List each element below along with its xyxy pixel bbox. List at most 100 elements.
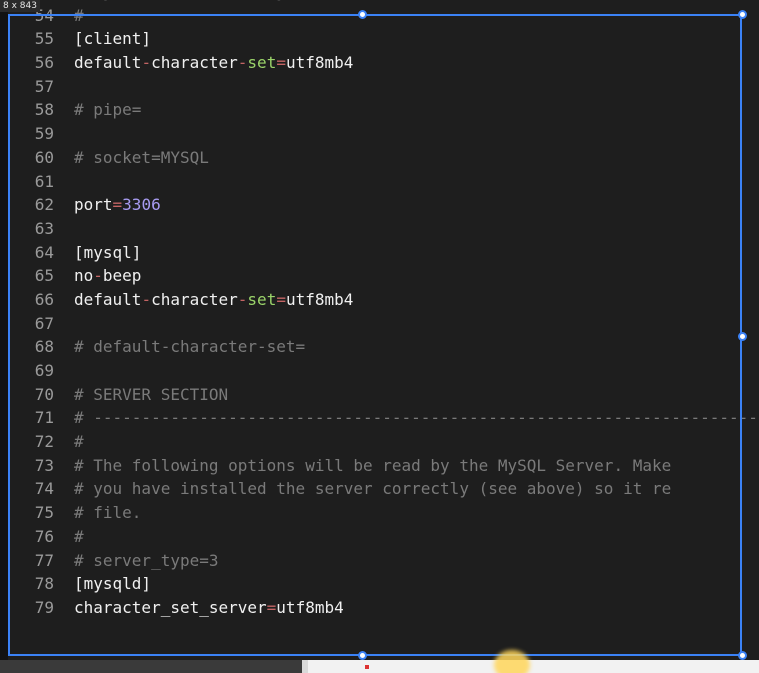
code-line[interactable]: 61 <box>8 170 759 194</box>
line-code: # SERVER SECTION <box>74 383 228 407</box>
code-token: beep <box>102 266 142 286</box>
line-code: character_set_server=utf8mb4 <box>74 596 344 620</box>
line-number: 56 <box>34 53 54 73</box>
status-area <box>0 660 302 673</box>
line-number: 79 <box>34 597 54 617</box>
line-number: 55 <box>34 29 54 49</box>
line-number: 65 <box>34 266 54 286</box>
code-token: utf8mb4 <box>285 53 354 73</box>
line-code: [client] <box>74 27 151 51</box>
code-line[interactable]: 56 default-character-set=utf8mb4 <box>8 51 759 75</box>
resize-handle-middle-right[interactable] <box>738 332 747 341</box>
line-code: default-character-set=utf8mb4 <box>74 288 353 312</box>
code-line[interactable]: 62 port=3306 <box>8 193 759 217</box>
line-code: # socket=MYSQL <box>74 146 209 170</box>
line-code: [mysql] <box>74 241 141 265</box>
code-token: = <box>266 597 277 617</box>
code-token: = <box>112 195 123 215</box>
code-token: default <box>74 53 142 73</box>
code-token: # SERVER SECTION <box>74 384 229 404</box>
code-token: default <box>74 289 142 309</box>
code-token: no <box>74 266 94 286</box>
size-badge: 8 x 843 <box>0 0 40 12</box>
code-token: # <box>74 526 84 546</box>
line-code: no-beep <box>74 264 141 288</box>
code-line[interactable]: 60 # socket=MYSQL <box>8 146 759 170</box>
code-line[interactable]: 79 character_set_server=utf8mb4 <box>8 596 759 620</box>
code-line[interactable]: 64 [mysql] <box>8 241 759 265</box>
code-token: # default-character-set= <box>74 337 306 357</box>
code-line[interactable]: 59 <box>8 122 759 146</box>
code-line[interactable]: 55 [client] <box>8 27 759 51</box>
line-number: 68 <box>34 337 54 357</box>
code-token: [client] <box>74 29 152 49</box>
line-code: # file. <box>74 501 141 525</box>
code-line[interactable]: 72 # <box>8 430 759 454</box>
line-code: [mysqld] <box>74 572 151 596</box>
code-token: character <box>151 53 238 73</box>
code-line[interactable]: 70 # SERVER SECTION <box>8 383 759 407</box>
resize-handle-bottom-right[interactable] <box>738 651 747 660</box>
red-marker <box>365 665 369 669</box>
code-line[interactable]: 78 [mysqld] <box>8 572 759 596</box>
code-line[interactable]: 63 <box>8 217 759 241</box>
code-line[interactable]: 76 # <box>8 525 759 549</box>
code-token: # you have installed the server correctl… <box>74 479 672 499</box>
code-line[interactable]: 58 # pipe= <box>8 98 759 122</box>
line-number: 64 <box>34 242 54 262</box>
line-number: 61 <box>34 171 54 191</box>
code-token: # The following options will be read by … <box>74 455 672 475</box>
line-code: # The following options will be read by … <box>74 454 671 478</box>
line-number: 66 <box>34 289 54 309</box>
code-token: port <box>74 195 113 215</box>
line-code: default-character-set=utf8mb4 <box>74 51 353 75</box>
code-line[interactable]: 77 # server_type=3 <box>8 549 759 573</box>
code-token: [mysqld] <box>74 574 152 594</box>
line-code: port=3306 <box>74 193 161 217</box>
line-number: 77 <box>34 550 54 570</box>
code-token: # --------------------------------------… <box>74 408 759 428</box>
code-line[interactable]: 54 # <box>8 4 759 28</box>
line-code: # you have installed the server correctl… <box>74 477 671 501</box>
resize-handle-top-middle[interactable] <box>358 10 367 19</box>
left-gutter-strip <box>0 0 8 660</box>
status-area-light <box>308 660 759 673</box>
code-line[interactable]: 74 # you have installed the server correc… <box>8 477 759 501</box>
code-line[interactable]: 69 <box>8 359 759 383</box>
code-token: # socket=MYSQL <box>74 147 209 167</box>
line-code: # --------------------------------------… <box>74 406 759 430</box>
line-number: 62 <box>34 195 54 215</box>
line-number: 59 <box>34 124 54 144</box>
resize-handle-bottom-middle[interactable] <box>358 651 367 660</box>
line-code: # <box>74 4 84 28</box>
code-line[interactable]: 65 no-beep <box>8 264 759 288</box>
code-line[interactable]: 75 # file. <box>8 501 759 525</box>
code-token: = <box>276 53 286 73</box>
code-line[interactable]: 71 # ------------------------------------… <box>8 406 759 430</box>
screen: 8 x 843 53# MySQL client library initial… <box>0 0 759 673</box>
code-line[interactable]: 57 <box>8 75 759 99</box>
code-token: set <box>247 53 277 73</box>
code-token: - <box>93 266 103 286</box>
code-token: [mysql] <box>74 242 142 262</box>
code-line[interactable]: 67 <box>8 312 759 336</box>
code-editor[interactable]: 53# MySQL client library initialization.… <box>8 0 759 620</box>
line-number: 76 <box>34 526 54 546</box>
code-line[interactable]: 73 # The following options will be read b… <box>8 454 759 478</box>
mouse-cursor-highlight <box>494 650 530 673</box>
line-code: # server_type=3 <box>74 549 219 573</box>
code-token: character <box>151 289 238 309</box>
code-token: - <box>141 289 152 309</box>
code-token: # file. <box>74 503 142 523</box>
line-code: # default-character-set= <box>74 335 305 359</box>
code-token: # MySQL client library initialization. <box>74 0 440 1</box>
line-number: 63 <box>34 218 54 238</box>
code-token: - <box>237 289 248 309</box>
line-number: 73 <box>34 455 54 475</box>
line-number: 71 <box>34 408 54 428</box>
code-token: utf8mb4 <box>276 597 344 617</box>
code-line[interactable]: 66 default-character-set=utf8mb4 <box>8 288 759 312</box>
code-token: - <box>237 53 248 73</box>
code-line[interactable]: 68 # default-character-set= <box>8 335 759 359</box>
resize-handle-top-right[interactable] <box>738 10 747 19</box>
